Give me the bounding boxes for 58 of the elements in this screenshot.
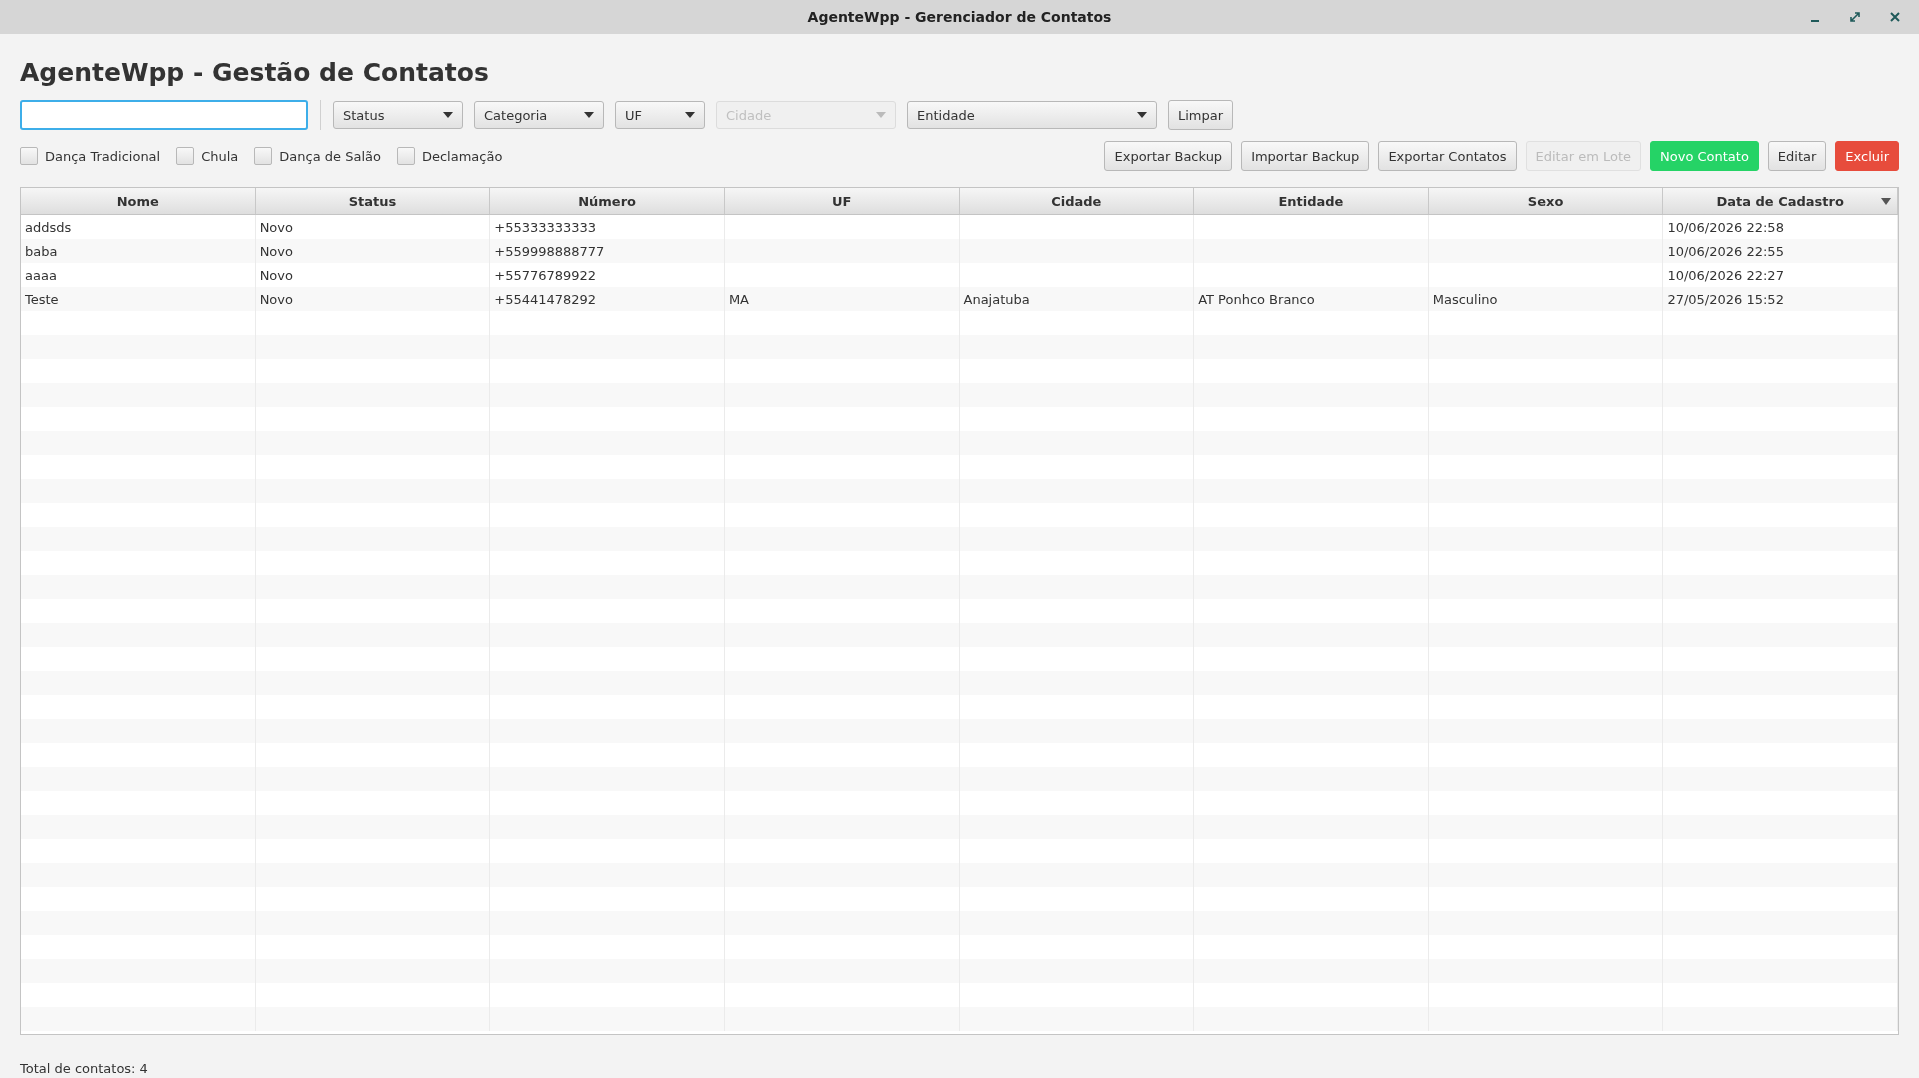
table-cell: Novo (259, 219, 293, 235)
table-cell: baba (25, 243, 58, 259)
filter-dropdown[interactable]: Status (333, 101, 463, 129)
checkbox-label: Chula (201, 148, 239, 164)
filter-dropdown[interactable]: Categoria (474, 101, 604, 129)
table-cell: Novo (259, 291, 293, 307)
table-cell: Novo (259, 267, 293, 283)
action-button[interactable]: Exportar Backup (1104, 141, 1233, 171)
caret-icon (584, 112, 594, 118)
column-header[interactable]: Sexo (1428, 188, 1664, 214)
checkbox-label: Dança Tradicional (45, 148, 161, 164)
action-button[interactable]: Excluir (1835, 141, 1899, 171)
action-button[interactable]: Importar Backup (1241, 141, 1370, 171)
checkbox[interactable] (396, 147, 415, 165)
window-title: AgenteWpp - Gerenciador de Contatos (807, 9, 1112, 25)
column-header[interactable]: Cidade (959, 188, 1195, 214)
filter-dropdown[interactable]: Entidade (907, 101, 1157, 129)
table-cell: 27/05/2026 15:52 (1667, 291, 1784, 307)
table-cell: Masculino (1432, 291, 1498, 307)
column-header[interactable]: UF (724, 188, 960, 214)
filter-dropdown[interactable]: UF (615, 101, 705, 129)
table-cell: aaaa (25, 267, 57, 283)
table-cell: Anajatuba (963, 291, 1030, 307)
table-cell: +559998888777 (494, 243, 605, 259)
checkbox[interactable] (20, 147, 38, 165)
checkbox[interactable] (176, 147, 195, 165)
table-cell: AT Ponhco Branco (1198, 291, 1315, 307)
search-field[interactable] (20, 100, 308, 130)
table-cell: +55333333333 (494, 219, 597, 235)
sort-icon[interactable] (1881, 198, 1891, 205)
column-header[interactable]: Nome (21, 188, 256, 214)
column-header[interactable]: Entidade (1194, 188, 1429, 214)
table-cell: Teste (25, 291, 59, 307)
table-cell: 10/06/2026 22:27 (1667, 267, 1784, 283)
column-header[interactable]: Status (255, 188, 491, 214)
caret-icon (876, 112, 886, 118)
maximize-icon[interactable] (1849, 11, 1861, 23)
caret-icon (443, 112, 453, 118)
checkbox-label: Dança de Salão (279, 148, 381, 164)
close-icon[interactable] (1889, 11, 1901, 23)
table-cell: Novo (259, 243, 293, 259)
table-cell: +55441478292 (494, 291, 597, 307)
caret-icon (685, 112, 695, 118)
action-button[interactable]: Editar (1767, 141, 1827, 171)
table-cell: +55776789922 (494, 267, 597, 283)
table-cell: 10/06/2026 22:55 (1667, 243, 1784, 259)
column-header[interactable]: Número (490, 188, 725, 214)
checkbox-label: Declamação (421, 148, 503, 164)
column-header[interactable]: Data de Cadastro (1663, 188, 1898, 214)
table-cell: 10/06/2026 22:58 (1667, 219, 1784, 235)
status-text: Total de contatos: 4 (20, 1061, 149, 1076)
page-heading: AgenteWpp - Gestão de Contatos (20, 58, 490, 87)
checkbox[interactable] (254, 147, 273, 165)
clear-button[interactable]: Limpar (1168, 100, 1234, 130)
caret-icon (1137, 112, 1147, 118)
table-cell: MA (728, 291, 749, 307)
table-cell: addsds (25, 219, 72, 235)
action-button[interactable]: Exportar Contatos (1378, 141, 1517, 171)
